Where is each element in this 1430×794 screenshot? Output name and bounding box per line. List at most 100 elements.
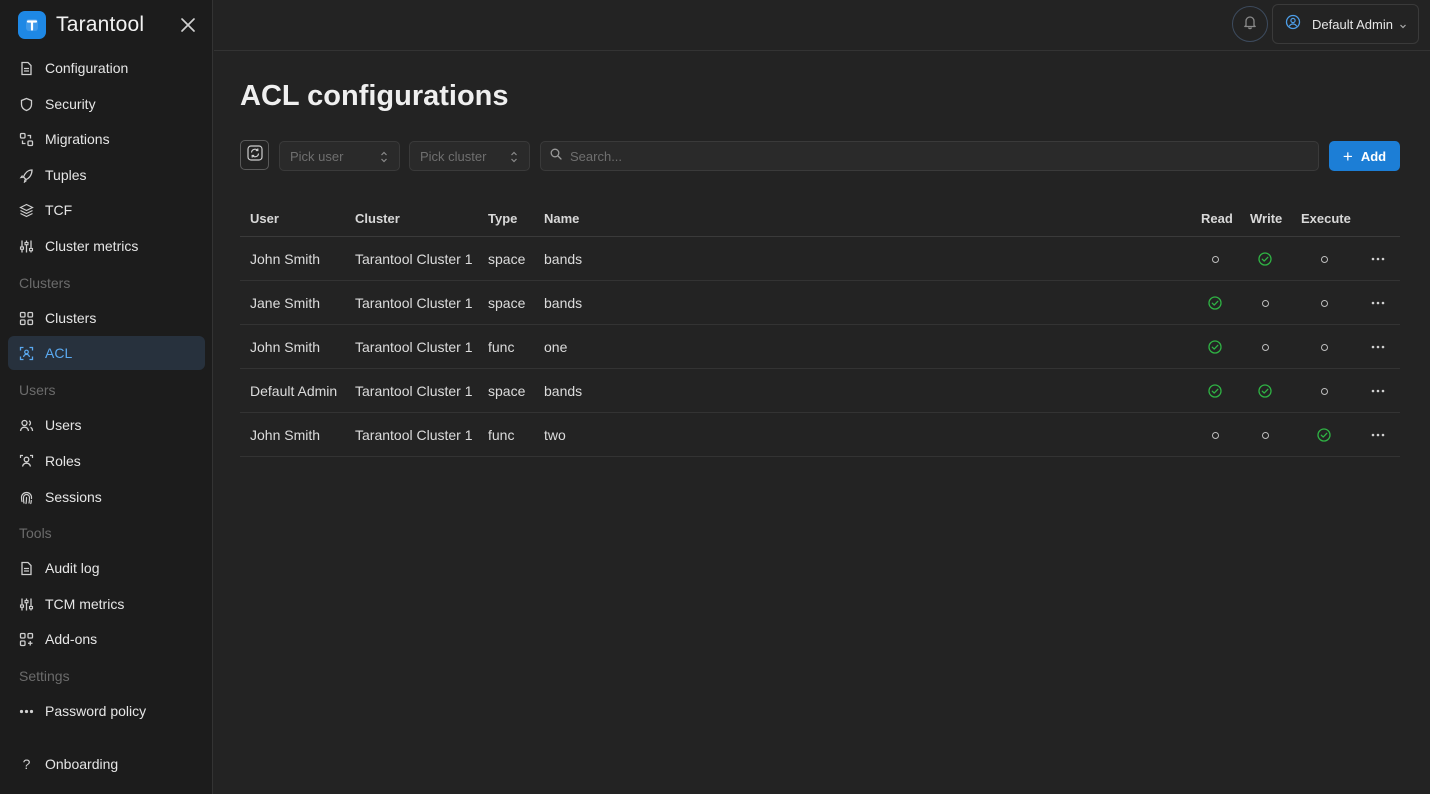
read-granted-check-icon [1208,384,1222,398]
sliders-icon [19,239,34,254]
search-field [540,141,1319,171]
search-icon [550,147,562,165]
cell-cluster: Tarantool Cluster 1 [355,427,473,443]
sidebar-item-label: Cluster metrics [45,238,139,254]
rocket-icon [19,168,34,183]
column-header-cluster: Cluster [355,211,400,226]
row-actions-more-icon[interactable] [1368,337,1388,357]
row-actions-more-icon[interactable] [1368,425,1388,445]
file-icon [19,61,34,76]
table-header: User Cluster Type Name Read Write Execut… [240,200,1400,237]
column-header-name: Name [544,211,580,226]
row-actions-more-icon[interactable] [1368,381,1388,401]
cell-cluster: Tarantool Cluster 1 [355,251,473,267]
sidebar-item-audit-log[interactable]: Audit log [8,551,205,585]
cell-user: John Smith [250,251,321,267]
row-actions-more-icon[interactable] [1368,249,1388,269]
sidebar-item-add-ons[interactable]: Add-ons [8,622,205,656]
sidebar-item-roles[interactable]: Roles [8,444,205,478]
add-ons-icon [19,632,34,647]
row-actions-more-icon[interactable] [1368,293,1388,313]
section-clusters: Clusters [19,275,71,291]
roles-icon [19,454,34,469]
sidebar-item-label: Security [45,96,96,112]
sidebar-item-label: Audit log [45,560,100,576]
column-header-write: Write [1250,211,1283,226]
cell-user: John Smith [250,339,321,355]
read-not-granted-icon [1208,252,1222,266]
column-header-execute: Execute [1301,211,1351,226]
plus-icon: + [1342,146,1353,166]
sidebar-item-label: Migrations [45,131,110,147]
sidebar-item-sessions[interactable]: Sessions [8,480,205,514]
cell-cluster: Tarantool Cluster 1 [355,383,473,399]
table-body: John Smith Tarantool Cluster 1 space bands J… [240,237,1400,457]
cell-name: bands [544,251,583,267]
write-granted-check-icon [1258,252,1272,266]
read-granted-check-icon [1208,340,1222,354]
app-name: Tarantool [56,13,145,36]
user-menu-button[interactable]: Default Admin [1272,4,1419,44]
sidebar-item-security[interactable]: Security [8,87,205,121]
sidebar-item-onboarding[interactable]: ? Onboarding [8,747,205,781]
sidebar-item-users[interactable]: Users [8,408,205,442]
sidebar-item-acl[interactable]: ACL [8,336,205,370]
acl-icon [19,346,34,361]
sidebar-item-label: Onboarding [45,756,119,772]
cell-cluster: Tarantool Cluster 1 [355,339,473,355]
sidebar-item-label: Add-ons [45,631,98,647]
cell-user: Default Admin [250,383,338,399]
write-not-granted-icon [1258,296,1272,310]
shield-icon [19,97,34,112]
table-row[interactable]: John Smith Tarantool Cluster 1 space bands [240,237,1400,281]
table-row[interactable]: Default Admin Tarantool Cluster 1 space ban… [240,369,1400,413]
cell-type: func [488,427,515,443]
execute-not-granted-icon [1317,296,1331,310]
sidebar-item-label: TCF [45,202,73,218]
sidebar-item-migrations[interactable]: Migrations [8,122,205,156]
pick-cluster-placeholder: Pick cluster [420,148,487,164]
notifications-button[interactable] [1232,6,1268,42]
cell-name: one [544,339,568,355]
cell-user: John Smith [250,427,321,443]
add-button-label: Add [1360,148,1387,164]
table-row[interactable]: John Smith Tarantool Cluster 1 func two [240,413,1400,457]
sidebar-item-tcf[interactable]: TCF [8,193,205,227]
migrations-icon [19,132,34,147]
cell-name: bands [544,295,583,311]
cell-type: space [488,383,526,399]
section-users: Users [19,382,56,398]
sidebar-item-cluster-metrics[interactable]: Cluster metrics [8,229,205,263]
execute-not-granted-icon [1317,252,1331,266]
sidebar-item-configuration[interactable]: Configuration [8,51,205,85]
cell-name: two [544,427,566,443]
table-row[interactable]: John Smith Tarantool Cluster 1 func one [240,325,1400,369]
sidebar-item-tuples[interactable]: Tuples [8,158,205,192]
pick-user-placeholder: Pick user [290,148,344,164]
table-row[interactable]: Jane Smith Tarantool Cluster 1 space bands [240,281,1400,325]
sidebar-item-label: ACL [45,345,73,361]
refresh-button[interactable] [240,140,269,170]
sidebar-item-tcm-metrics[interactable]: TCM metrics [8,587,205,621]
write-not-granted-icon [1258,428,1272,442]
close-icon[interactable] [178,15,198,35]
sidebar-item-label: Tuples [45,167,87,183]
cell-cluster: Tarantool Cluster 1 [355,295,473,311]
cell-user: Jane Smith [250,295,321,311]
search-input[interactable] [570,148,1290,164]
add-button[interactable]: + Add [1329,141,1400,171]
acl-table: User Cluster Type Name Read Write Execut… [240,200,1400,457]
chevron-updown-icon [509,150,519,167]
pick-cluster-select[interactable]: Pick cluster [409,141,530,171]
user-name: Default Admin [1312,16,1393,32]
chevron-updown-icon [379,150,389,167]
sidebar-item-clusters[interactable]: Clusters [8,301,205,335]
sidebar: Tarantool Configuration Security Migrati… [0,0,213,794]
file-icon [19,561,34,576]
sidebar-item-label: Sessions [45,489,102,505]
sidebar-item-password-policy[interactable]: Password policy [8,694,205,728]
pick-user-select[interactable]: Pick user [279,141,400,171]
tarantool-logo-icon [18,11,46,39]
column-header-read: Read [1201,211,1233,226]
sidebar-item-label: Clusters [45,310,97,326]
